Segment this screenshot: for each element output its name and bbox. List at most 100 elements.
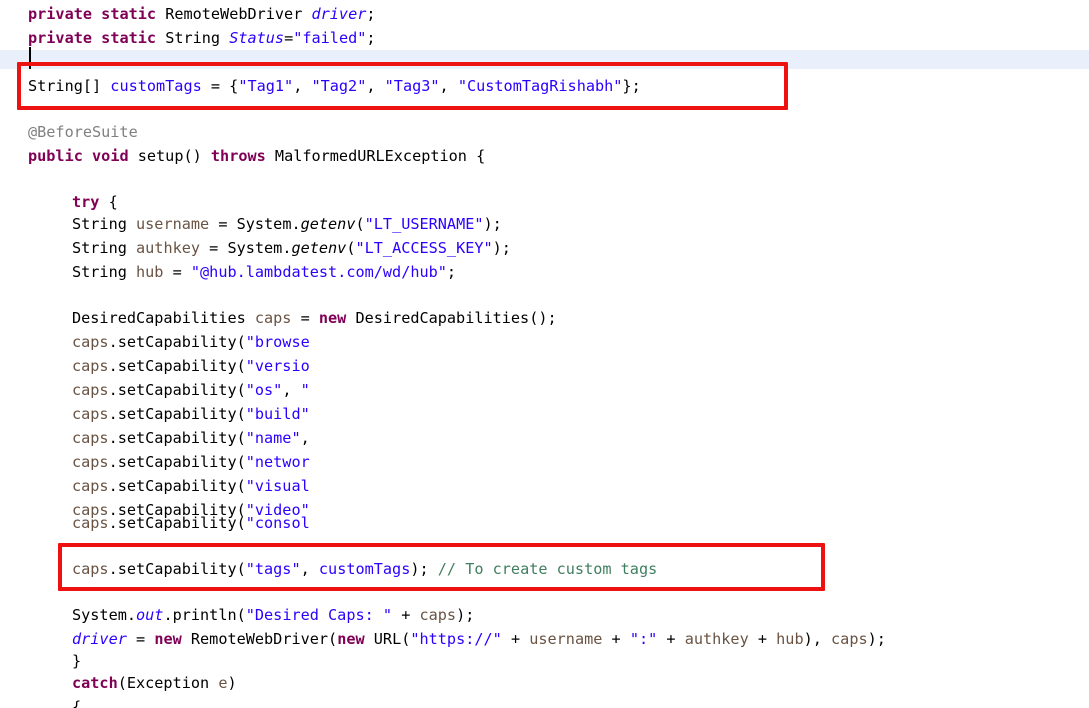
code-line-2[interactable]: private static String Status="failed"; <box>0 26 1089 50</box>
token-call: .println( <box>163 606 246 624</box>
token-keyword: throws <box>210 147 266 165</box>
token-punct: ( <box>346 239 356 257</box>
code-line-11[interactable]: String authkey = System.getenv("LT_ACCES… <box>0 236 1089 260</box>
token-operator: + <box>657 630 685 648</box>
token-variable: caps <box>72 333 109 351</box>
token-punct: ), <box>803 630 832 648</box>
token-field: out <box>136 606 164 624</box>
token-string: "build" <box>245 405 310 423</box>
code-line-1[interactable]: private static RemoteWebDriver driver; <box>0 2 1089 26</box>
token-keyword: new <box>154 630 182 648</box>
token-string: "@hub.lambdatest.com/wd/hub" <box>190 263 447 281</box>
token-punct: ); <box>867 630 886 648</box>
token-punct: , <box>282 381 301 399</box>
token-constructor: URL( <box>364 630 411 648</box>
token-punct: ); <box>492 239 511 257</box>
token-type: RemoteWebDriver <box>156 5 312 23</box>
token-string: "browse <box>245 333 310 351</box>
token-punct: ) <box>227 674 237 692</box>
code-line-13-empty[interactable] <box>0 284 1089 308</box>
token-exception: MalformedURLException { <box>265 147 486 165</box>
token-field: driver <box>311 5 367 23</box>
token-operator: + <box>501 630 530 648</box>
token-call: .setCapability( <box>108 453 246 471</box>
token-variable: username <box>529 630 603 648</box>
token-call: .setCapability( <box>108 381 246 399</box>
token-operator: = System. <box>209 215 301 233</box>
code-line-6[interactable]: @BeforeSuite <box>0 120 1089 144</box>
token-class: System. <box>72 606 137 624</box>
code-line-28[interactable]: driver = new RemoteWebDriver(new URL("ht… <box>0 627 1089 651</box>
token-variable: hub <box>776 630 804 648</box>
token-string: "https://" <box>410 630 502 648</box>
token-punct: } <box>72 652 82 670</box>
token-type: String <box>72 239 137 257</box>
token-string: "name" <box>245 429 301 447</box>
token-string: "LT_ACCESS_KEY" <box>355 239 493 257</box>
code-line-10[interactable]: String username = System.getenv("LT_USER… <box>0 212 1089 236</box>
token-call: .setCapability( <box>108 514 246 532</box>
token-string: "failed" <box>293 29 367 47</box>
token-keyword: private <box>28 5 93 23</box>
token-field: driver <box>72 630 127 648</box>
token-variable: caps <box>831 630 868 648</box>
token-type: String <box>156 29 230 47</box>
token-punct: (Exception <box>117 674 219 692</box>
token-constructor: DesiredCapabilities(); <box>346 309 557 327</box>
token-call: .setCapability( <box>108 477 246 495</box>
token-string: "versio <box>245 357 310 375</box>
token-keyword: private <box>28 29 93 47</box>
token-type: DesiredCapabilities <box>72 309 255 327</box>
token-method: getenv <box>300 215 356 233</box>
token-constructor: RemoteWebDriver( <box>181 630 338 648</box>
token-keyword: static <box>101 5 157 23</box>
token-variable: caps <box>72 453 109 471</box>
token-method: getenv <box>291 239 347 257</box>
token-type: String <box>72 263 137 281</box>
token-variable: caps <box>419 606 457 624</box>
token-annotation: @BeforeSuite <box>28 123 138 141</box>
token-call: .setCapability( <box>108 405 246 423</box>
token-keyword: static <box>101 29 157 47</box>
token-call: .setCapability( <box>108 357 246 375</box>
token-variable: caps <box>72 477 109 495</box>
code-line-8-empty[interactable] <box>0 168 1089 192</box>
code-line-12[interactable]: String hub = "@hub.lambdatest.com/wd/hub… <box>0 260 1089 284</box>
code-line-9[interactable]: try { <box>0 190 1089 214</box>
token-string: "networ <box>245 453 310 471</box>
annotation-box-tags-capability <box>58 543 825 591</box>
token-variable: caps <box>72 381 109 399</box>
code-line-27[interactable]: System.out.println("Desired Caps: " + ca… <box>0 603 1089 627</box>
token-method: setup() <box>128 147 211 165</box>
token-variable: username <box>136 215 210 233</box>
token-punct: { <box>72 698 82 708</box>
token-string: "visual <box>245 477 310 495</box>
token-variable: caps <box>72 405 109 423</box>
occlusion-mask-capabilities <box>360 326 1089 535</box>
token-keyword: catch <box>72 674 118 692</box>
token-string: "os" <box>245 381 283 399</box>
code-line-29[interactable]: } <box>0 649 1089 673</box>
token-call: .setCapability( <box>108 333 246 351</box>
token-variable: caps <box>72 429 109 447</box>
token-keyword: public <box>28 147 83 165</box>
occlusion-mask-capabilities-tail <box>301 326 361 330</box>
token-punct: , <box>300 429 310 447</box>
code-editor-screenshot: private static RemoteWebDriver driver; p… <box>0 0 1089 708</box>
code-line-31[interactable]: { <box>0 695 1089 708</box>
token-variable: caps <box>72 514 109 532</box>
token-operator: = <box>126 630 155 648</box>
code-line-7[interactable]: public void setup() throws MalformedURLE… <box>0 144 1089 168</box>
token-string: "Desired Caps: " <box>245 606 393 624</box>
token-operator: = <box>291 309 319 327</box>
token-operator: + <box>602 630 630 648</box>
token-keyword: try <box>72 193 100 211</box>
token-string: "LT_USERNAME" <box>364 215 484 233</box>
token-string: " <box>300 381 310 399</box>
code-line-30[interactable]: catch(Exception e) <box>0 671 1089 695</box>
token-variable: authkey <box>684 630 749 648</box>
token-punct: ); <box>483 215 502 233</box>
token-operator: = <box>163 263 191 281</box>
